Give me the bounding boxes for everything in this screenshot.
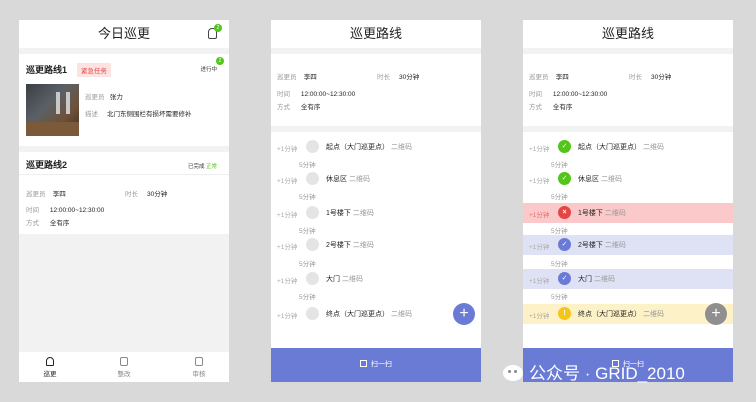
duration-row: 时长 30分钟 <box>377 74 420 81</box>
tab-review[interactable]: 审核 <box>174 357 224 378</box>
patrol-icon <box>46 357 54 366</box>
pending-dot-icon <box>306 172 319 185</box>
pending-dot-icon <box>306 238 319 251</box>
check-icon: ✓ <box>558 272 571 285</box>
checkpoint-item-done[interactable]: +1分钟 ✓ 休息区 二维码 <box>523 169 733 189</box>
route-name: 巡更路线2 <box>26 160 68 170</box>
description-row: 描述 北门东侧围栏有损坏需要修补 <box>85 111 192 118</box>
pending-dot-icon <box>306 140 319 153</box>
screen-route-pending: 巡更路线 巡更员 李四 时长 30分钟 时间 12:00:00~12:30:00… <box>271 20 481 382</box>
route-status: 进行中 <box>200 67 217 73</box>
interval-label: 5分钟 <box>299 194 316 201</box>
interval-label: 5分钟 <box>299 294 316 301</box>
checkpoint-item-warning[interactable]: +1分钟 ! 终点（大门巡更点） 二维码 <box>523 304 733 324</box>
interval-label: 5分钟 <box>299 162 316 169</box>
time-row: 时间 12:00:00~12:30:00 <box>26 207 105 214</box>
check-icon: ✓ <box>558 238 571 251</box>
route-info-card: 巡更员 李四 时长 30分钟 时间 12:00:00~12:30:00 方式 全… <box>523 54 733 126</box>
checkpoint-item[interactable]: +1分钟 1号楼下 二维码 <box>271 203 481 223</box>
route-status: 已完成 正常 <box>187 164 217 170</box>
checkpoint-list: +1分钟 起点（大门巡更点） 二维码 5分钟 +1分钟 休息区 二维码 5分钟 … <box>271 132 481 348</box>
route-info-card: 巡更员 李四 时长 30分钟 时间 12:00:00~12:30:00 方式 全… <box>271 54 481 126</box>
route-card-1[interactable]: 巡更路线1 紧急任务 进行中 2 巡更员 张力 描述 北门东侧围栏有损坏需要修补 <box>19 54 229 146</box>
pending-dot-icon <box>306 307 319 320</box>
add-button[interactable]: + <box>453 303 475 325</box>
patroller-row: 巡更员 张力 <box>85 94 123 101</box>
interval-label: 5分钟 <box>551 162 568 169</box>
rectify-icon <box>120 357 128 366</box>
checkpoint-item-checked[interactable]: +1分钟 ✓ 2号楼下 二维码 <box>523 235 733 255</box>
checkpoint-item[interactable]: +1分钟 起点（大门巡更点） 二维码 <box>271 137 481 157</box>
route-name: 巡更路线1 <box>26 65 68 75</box>
scan-icon <box>360 360 367 367</box>
interval-label: 5分钟 <box>551 261 568 268</box>
screen-route-progress: 巡更路线 巡更员 李四 时长 30分钟 时间 12:00:00~12:30:00… <box>523 20 733 382</box>
warning-icon: ! <box>558 307 571 320</box>
interval-label: 5分钟 <box>551 194 568 201</box>
time-row: 时间 12:00:00~12:30:00 <box>277 91 356 98</box>
interval-label: 5分钟 <box>551 294 568 301</box>
pending-dot-icon <box>306 272 319 285</box>
mode-row: 方式 全有序 <box>529 104 573 111</box>
duration-row: 时长 30分钟 <box>629 74 672 81</box>
checkpoint-item-checked[interactable]: +1分钟 ✓ 大门 二维码 <box>523 269 733 289</box>
page-title: 巡更路线 <box>349 26 402 41</box>
notification-badge: 2 <box>214 24 222 32</box>
add-button[interactable]: + <box>705 303 727 325</box>
nav-bar: 今日巡更 2 <box>19 20 229 48</box>
tab-rectify[interactable]: 整改 <box>99 357 149 378</box>
check-icon: ✓ <box>558 172 571 185</box>
patroller-row: 巡更员 李四 <box>277 74 317 81</box>
checkpoint-item[interactable]: +1分钟 2号楼下 二维码 <box>271 235 481 255</box>
watermark: 公众号 · GRID_2010 <box>503 359 685 384</box>
page-title: 今日巡更 <box>97 26 150 41</box>
checkpoint-item-error[interactable]: +1分钟 × 1号楼下 二维码 <box>523 203 733 223</box>
interval-label: 5分钟 <box>551 228 568 235</box>
tab-patrol[interactable]: 巡更 <box>25 357 75 378</box>
wechat-logo-icon <box>503 365 523 381</box>
checkpoint-item[interactable]: +1分钟 休息区 二维码 <box>271 169 481 189</box>
pending-dot-icon <box>306 206 319 219</box>
page-title: 巡更路线 <box>601 26 654 41</box>
mode-row: 方式 全有序 <box>277 104 321 111</box>
duration-row: 时长 30分钟 <box>125 191 168 198</box>
screen-today-patrol: 今日巡更 2 巡更路线1 紧急任务 进行中 2 巡更员 张力 描述 北门东侧围栏… <box>19 20 229 382</box>
status-badge: 2 <box>216 57 224 65</box>
issue-photo[interactable] <box>26 84 79 136</box>
checkpoint-item[interactable]: +1分钟 大门 二维码 <box>271 269 481 289</box>
scan-button[interactable]: 扫一扫 <box>271 348 481 382</box>
tab-bar: 巡更 整改 审核 <box>19 352 229 382</box>
patroller-row: 巡更员 李四 <box>529 74 569 81</box>
urgent-tag: 紧急任务 <box>77 63 111 77</box>
patroller-row: 巡更员 李四 <box>26 191 66 198</box>
check-icon: ✓ <box>558 140 571 153</box>
review-icon <box>195 357 203 366</box>
interval-label: 5分钟 <box>299 228 316 235</box>
checkpoint-item-done[interactable]: +1分钟 ✓ 起点（大门巡更点） 二维码 <box>523 137 733 157</box>
checkpoint-list: +1分钟 ✓ 起点（大门巡更点） 二维码 5分钟 +1分钟 ✓ 休息区 二维码 … <box>523 132 733 348</box>
time-row: 时间 12:00:00~12:30:00 <box>529 91 608 98</box>
checkpoint-item[interactable]: +1分钟 终点（大门巡更点） 二维码 <box>271 304 481 324</box>
nav-bar: 巡更路线 <box>523 20 733 48</box>
nav-bar: 巡更路线 <box>271 20 481 48</box>
mode-row: 方式 全有序 <box>26 220 70 227</box>
close-icon: × <box>558 206 571 219</box>
interval-label: 5分钟 <box>299 261 316 268</box>
route-card-2[interactable]: 巡更路线2 已完成 正常 巡更员 李四 时长 30分钟 时间 12:00:00~… <box>19 152 229 234</box>
